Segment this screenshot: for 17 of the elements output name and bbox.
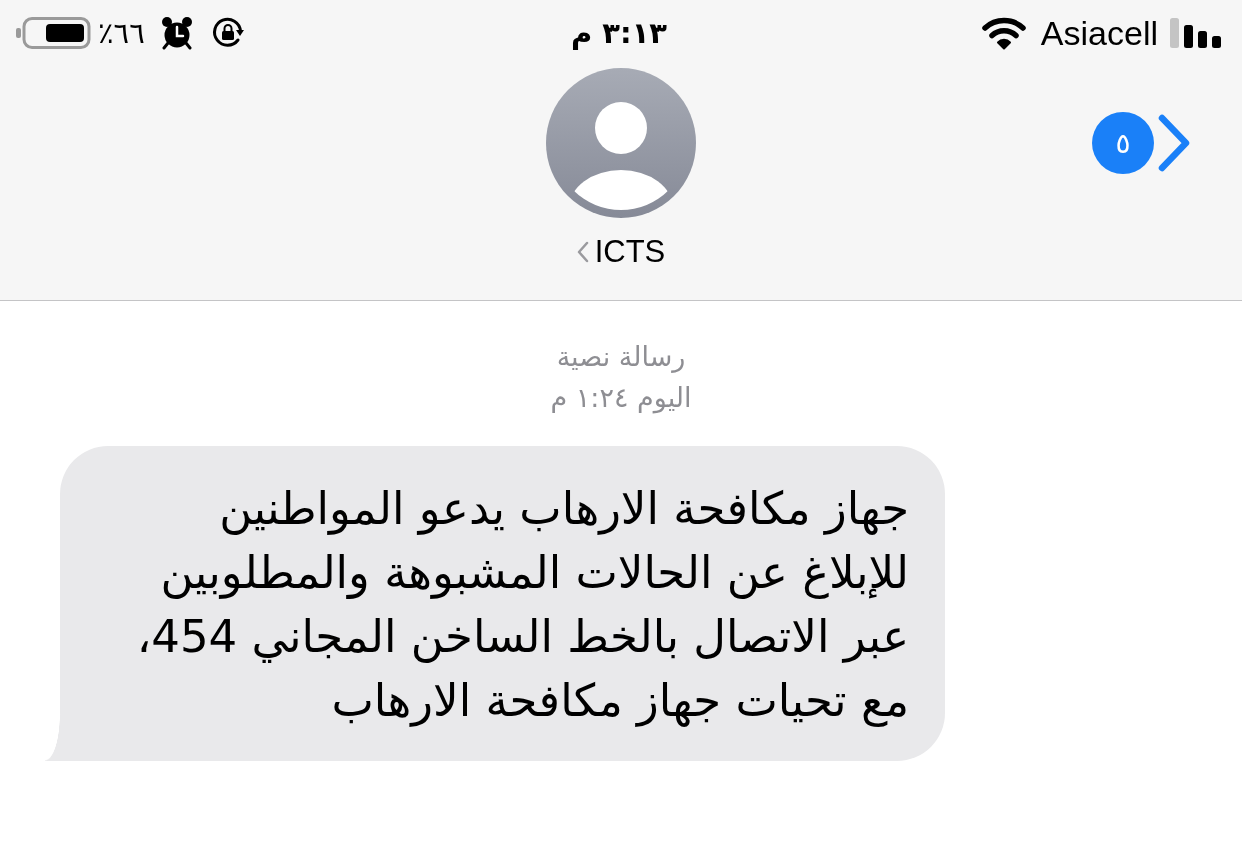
wifi-icon [980, 16, 1027, 50]
message-bubble: جهاز مكافحة الارهاب يدعو المواطنين للإبلاغ عن الحالات المشبوهة والمطلوبين عبر الاتصال بالخط الساخن المجاني 454، مع تحيات جهاز مكافحة الارهاب [45, 446, 945, 761]
contact-name-button[interactable]: ICTS [576, 234, 666, 270]
chevron-icon [1156, 112, 1192, 174]
signal-bars-icon [1170, 17, 1222, 49]
battery-percent: ٦٦٪ [98, 16, 145, 50]
back-button[interactable]: ٥ [1092, 112, 1192, 174]
carrier-name: Asiacell [1040, 13, 1158, 53]
alarm-clock-icon [160, 16, 193, 50]
unread-count-badge: ٥ [1092, 112, 1154, 174]
message-timestamp: اليوم ١:٢٤ م [550, 381, 692, 416]
message-type-label: رسالة نصية [556, 340, 686, 375]
avatar-icon [546, 68, 696, 218]
chevron-icon [576, 241, 589, 263]
clock-time: ٣:١٣ م [570, 16, 668, 50]
battery-icon [16, 16, 92, 50]
rotation-lock-icon [210, 16, 245, 50]
